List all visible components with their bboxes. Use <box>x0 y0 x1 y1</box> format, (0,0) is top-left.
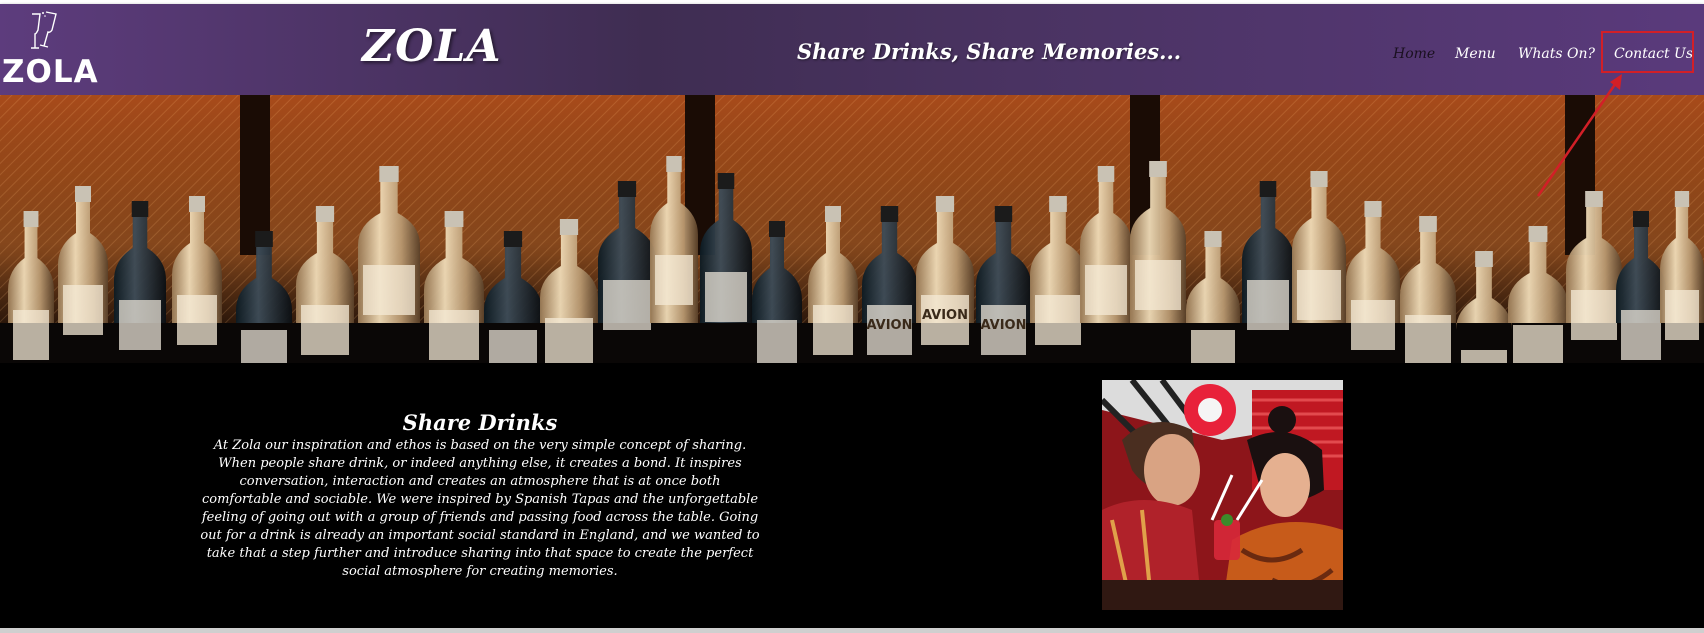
bottle-cap <box>1528 226 1548 242</box>
bottle-label <box>813 305 853 355</box>
bottle-label <box>119 300 161 350</box>
bottle-cap <box>379 166 399 182</box>
bottle-cap <box>825 206 841 222</box>
bottle-label <box>1297 270 1341 320</box>
nav-home[interactable]: Home <box>1393 44 1435 64</box>
bottle-cap <box>315 206 335 222</box>
bottle-label <box>1571 290 1617 340</box>
bottle-cap <box>1097 166 1115 182</box>
bottle-label <box>1085 265 1127 315</box>
site-title: ZOLA <box>362 21 502 72</box>
bottle-label <box>757 320 797 363</box>
bottle-label <box>1191 330 1235 363</box>
bottle-cap <box>1149 161 1167 177</box>
bottle-cap <box>717 173 735 189</box>
bottle-cap <box>75 186 91 202</box>
bottle-cap <box>1674 191 1690 207</box>
bottle-cap <box>1204 231 1222 247</box>
bottle-label <box>301 305 349 355</box>
bottom-strip <box>0 628 1704 633</box>
annotation-arrow-icon <box>1536 74 1622 197</box>
bottle-cap <box>769 221 785 237</box>
bottle-shelf-image: AVION AVION AVION <box>0 95 1704 363</box>
logo-text: ZOLA <box>2 54 99 90</box>
bottle-label <box>1665 290 1699 340</box>
bottle-cap <box>666 156 682 172</box>
bottle-cap <box>935 196 955 212</box>
bottle-cap <box>503 231 523 247</box>
bottle-label <box>655 255 693 305</box>
bottle-cap <box>1364 201 1382 217</box>
bottle-label <box>545 318 593 363</box>
couple-sharing-drink-photo <box>1102 380 1343 610</box>
bottle-label <box>1351 300 1395 350</box>
bottle-label-text: AVION <box>866 318 912 333</box>
bottle-label <box>429 310 479 360</box>
bottle-label <box>363 265 415 315</box>
bottle-label <box>1135 260 1181 310</box>
section-title: Share Drinks <box>402 410 558 435</box>
annotation-highlight-box <box>1601 31 1694 73</box>
bottle-cap <box>1475 251 1493 267</box>
bottle-cap <box>1049 196 1067 212</box>
bottle-label <box>241 330 287 363</box>
bottle-label <box>1513 325 1563 363</box>
bottle-cap <box>559 219 579 235</box>
bottle-cap <box>880 206 899 222</box>
site-header: ZOLA ZOLA Share Drinks, Share Memories..… <box>0 4 1704 95</box>
bottle-label <box>603 280 651 330</box>
hero-bottles-banner: AVION AVION AVION <box>0 95 1704 363</box>
nav-menu[interactable]: Menu <box>1455 44 1496 64</box>
bottle-label <box>1035 295 1081 345</box>
nav-whats-on[interactable]: Whats On? <box>1518 44 1595 64</box>
bottle-cap <box>23 211 39 227</box>
bottle-label <box>1621 310 1661 360</box>
bottle-label <box>489 330 537 363</box>
bottle-label <box>1247 280 1289 330</box>
bottle-label <box>13 310 49 360</box>
champagne-glasses-icon <box>31 11 57 49</box>
bottle-label <box>63 285 103 335</box>
bottle-cap <box>255 231 273 247</box>
bottle-cap <box>1633 211 1649 227</box>
bottle-cap <box>617 181 637 197</box>
tagline: Share Drinks, Share Memories... <box>797 39 1182 64</box>
bottle-cap <box>1259 181 1277 197</box>
bottle-cap <box>1310 171 1328 187</box>
bottle-cap <box>994 206 1013 222</box>
bottle-label <box>1461 350 1507 363</box>
bottle-cap <box>444 211 464 227</box>
bottle-label <box>1405 315 1451 363</box>
bottle-cap <box>131 201 149 217</box>
bottle-cap <box>1419 216 1437 232</box>
bottle-label <box>705 272 747 322</box>
bottle-label <box>177 295 217 345</box>
bottle-label-text: AVION <box>980 318 1026 333</box>
site-logo[interactable]: ZOLA <box>0 8 99 92</box>
bottle-label-text: AVION <box>922 308 968 323</box>
bottle-cap <box>189 196 205 212</box>
section-body: At Zola our inspiration and ethos is bas… <box>200 438 760 579</box>
